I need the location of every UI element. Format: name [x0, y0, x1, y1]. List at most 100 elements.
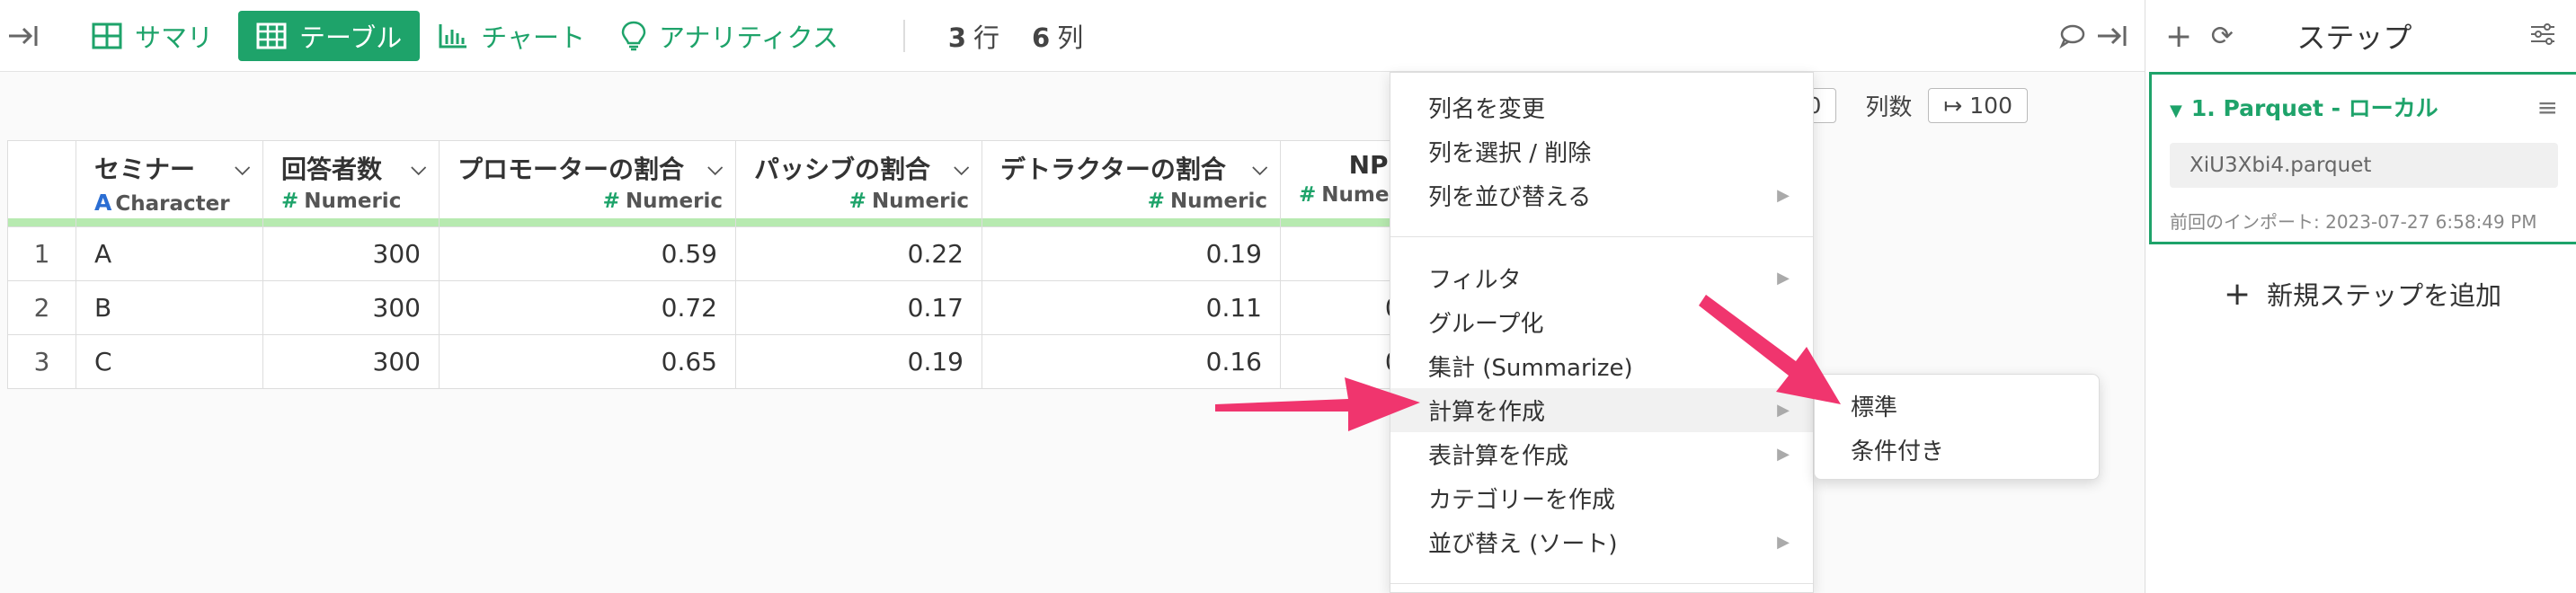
row-index: 1 [7, 226, 76, 281]
submenu-arrow-icon: ▶ [1777, 401, 1790, 420]
hamburger-menu-icon[interactable]: ≡ [2537, 93, 2558, 122]
collapse-right-icon[interactable] [2092, 16, 2132, 56]
tab-table[interactable]: テーブル [238, 10, 421, 61]
table-cell[interactable]: C [76, 334, 263, 389]
column-header[interactable]: デトラクターの割合 ⌵ # Numeric [982, 140, 1281, 227]
column-count: 6列 [1032, 22, 1084, 53]
menu-item-create-calculation[interactable]: 計算を作成 ▶ [1390, 388, 1813, 432]
header-bar [736, 218, 982, 226]
chevron-down-icon[interactable]: ⌵ [1252, 157, 1267, 180]
caret-down-icon[interactable]: ▼ [2170, 102, 2182, 120]
step-title-label: 1. Parquet - ローカル [2190, 95, 2438, 121]
chevron-down-icon[interactable]: ⌵ [235, 157, 250, 180]
menu-divider [1390, 236, 1813, 237]
index-header [7, 140, 76, 227]
header-bar [263, 218, 439, 226]
add-icon[interactable]: + [2165, 18, 2192, 55]
cols-per-page-button[interactable]: ↦ 100 [1928, 88, 2028, 123]
header-bar [76, 218, 262, 226]
table-cell[interactable]: 0.19 [735, 334, 982, 389]
lightbulb-icon [621, 21, 646, 51]
row-index: 3 [7, 334, 76, 389]
data-table: セミナー ⌵ A Character 回答者数 ⌵ # Numeric プロモーターの割… [7, 140, 1420, 389]
add-step-label: 新規ステップを追加 [2267, 280, 2502, 311]
column-type: Numeric [625, 190, 723, 213]
row-index: 2 [7, 280, 76, 335]
step-file-name: XiU3Xbi4.parquet [2170, 143, 2558, 188]
submenu-arrow-icon: ▶ [1777, 533, 1790, 552]
menu-item-table-calculation[interactable]: 表計算を作成 ▶ [1390, 432, 1813, 476]
chevron-down-icon[interactable]: ⌵ [707, 157, 723, 180]
column-name: デトラクターの割合 [1000, 155, 1226, 184]
table-cell[interactable]: 300 [262, 280, 440, 335]
table-cell[interactable]: 300 [262, 226, 440, 281]
column-name: セミナー [94, 155, 196, 184]
row-count: 3行 [947, 22, 1000, 53]
app-root: サマリ テーブル チャート アナリティクス 3行 6列 列数 ↦ 100 セミナ… [0, 0, 2576, 593]
settings-sliders-icon[interactable] [2529, 22, 2556, 50]
calculation-submenu: 標準 条件付き [1814, 374, 2100, 480]
menu-item-group[interactable]: グループ化 [1390, 300, 1813, 344]
table-icon [256, 22, 287, 49]
steps-title: ステップ [2296, 21, 2412, 55]
menu-item-rename[interactable]: 列名を変更 [1390, 85, 1813, 129]
submenu-arrow-icon: ▶ [1777, 186, 1790, 205]
numeric-type-icon: # [1299, 183, 1317, 207]
table-cell[interactable]: 0.22 [735, 226, 982, 281]
table-cell[interactable]: 0.65 [439, 334, 736, 389]
header-bar [982, 218, 1280, 226]
tab-chart[interactable]: チャート [420, 11, 603, 61]
character-type-icon: A [94, 190, 112, 216]
table-cell[interactable]: 0.72 [439, 280, 736, 335]
chevron-down-icon[interactable]: ⌵ [411, 157, 426, 180]
table-cell[interactable]: A [76, 226, 263, 281]
submenu-item-conditional[interactable]: 条件付き [1815, 428, 2099, 472]
step-card[interactable]: ▼ 1. Parquet - ローカル ≡ XiU3Xbi4.parquet 前回… [2149, 72, 2576, 244]
table-cell[interactable]: 300 [262, 334, 440, 389]
dataset-counts: 3行 6列 [902, 19, 1084, 53]
table-row: 3 C 300 0.65 0.19 0.16 0 [7, 334, 1420, 389]
table-cell[interactable]: 0.59 [439, 226, 736, 281]
cols-per-page-label: 列数 [1865, 94, 1913, 121]
submenu-arrow-icon: ▶ [1777, 445, 1790, 464]
menu-item-summarize[interactable]: 集計 (Summarize) [1390, 344, 1813, 388]
header-bar [8, 218, 76, 226]
table-cell[interactable]: 0.17 [735, 280, 982, 335]
numeric-type-icon: # [1147, 190, 1165, 213]
menu-item-filter[interactable]: フィルタ ▶ [1390, 256, 1813, 300]
menu-item-sort[interactable]: 並び替え (ソート) ▶ [1390, 520, 1813, 564]
menu-item-create-category[interactable]: カテゴリーを作成 [1390, 476, 1813, 520]
table-cell[interactable]: 0.19 [982, 226, 1281, 281]
comment-icon[interactable] [2053, 16, 2092, 56]
column-header[interactable]: セミナー ⌵ A Character [76, 140, 263, 227]
column-name: プロモーターの割合 [457, 155, 685, 184]
toolbar: サマリ テーブル チャート アナリティクス 3行 6列 [0, 0, 2145, 72]
menu-item-select-remove[interactable]: 列を選択 / 削除 [1390, 129, 1813, 173]
step-import-time: 前回のインポート: 2023-07-27 6:58:49 PM [2170, 211, 2537, 233]
tab-chart-label: チャート [481, 22, 585, 53]
numeric-type-icon: # [848, 190, 866, 213]
table-view: 数 ↦ 50 列数 ↦ 100 セミナー⌵ ACharacter 回答 [0, 72, 2145, 593]
header-bar [440, 218, 735, 226]
chevron-down-icon[interactable]: ⌵ [954, 157, 969, 180]
column-context-menu: 列名を変更 列を選択 / 削除 列を並び替える ▶ フィルタ ▶ グループ化 集計 … [1390, 72, 1814, 593]
add-step-button[interactable]: + 新規ステップを追加 [2224, 275, 2501, 313]
column-type: Numeric [304, 190, 402, 213]
column-header[interactable]: 回答者数 ⌵ # Numeric [262, 140, 440, 227]
column-type: Numeric [871, 190, 969, 213]
table-row: 2 B 300 0.72 0.17 0.11 0 [7, 280, 1420, 335]
tab-summary[interactable]: サマリ [74, 11, 231, 61]
table-cell[interactable]: 0.11 [982, 280, 1281, 335]
column-header[interactable]: パッシブの割合 ⌵ # Numeric [735, 140, 982, 227]
numeric-type-icon: # [281, 190, 299, 213]
table-cell[interactable]: B [76, 280, 263, 335]
tab-analytics[interactable]: アナリティクス [603, 11, 857, 61]
column-header[interactable]: プロモーターの割合 ⌵ # Numeric [439, 140, 736, 227]
summary-grid-icon [92, 22, 122, 49]
table-cell[interactable]: 0.16 [982, 334, 1281, 389]
submenu-item-standard[interactable]: 標準 [1815, 384, 2099, 428]
column-name: 回答者数 [281, 155, 383, 184]
menu-item-reorder[interactable]: 列を並び替える ▶ [1390, 173, 1813, 217]
expand-left-icon[interactable] [4, 16, 43, 56]
refresh-icon[interactable]: ⟳ [2211, 21, 2234, 52]
